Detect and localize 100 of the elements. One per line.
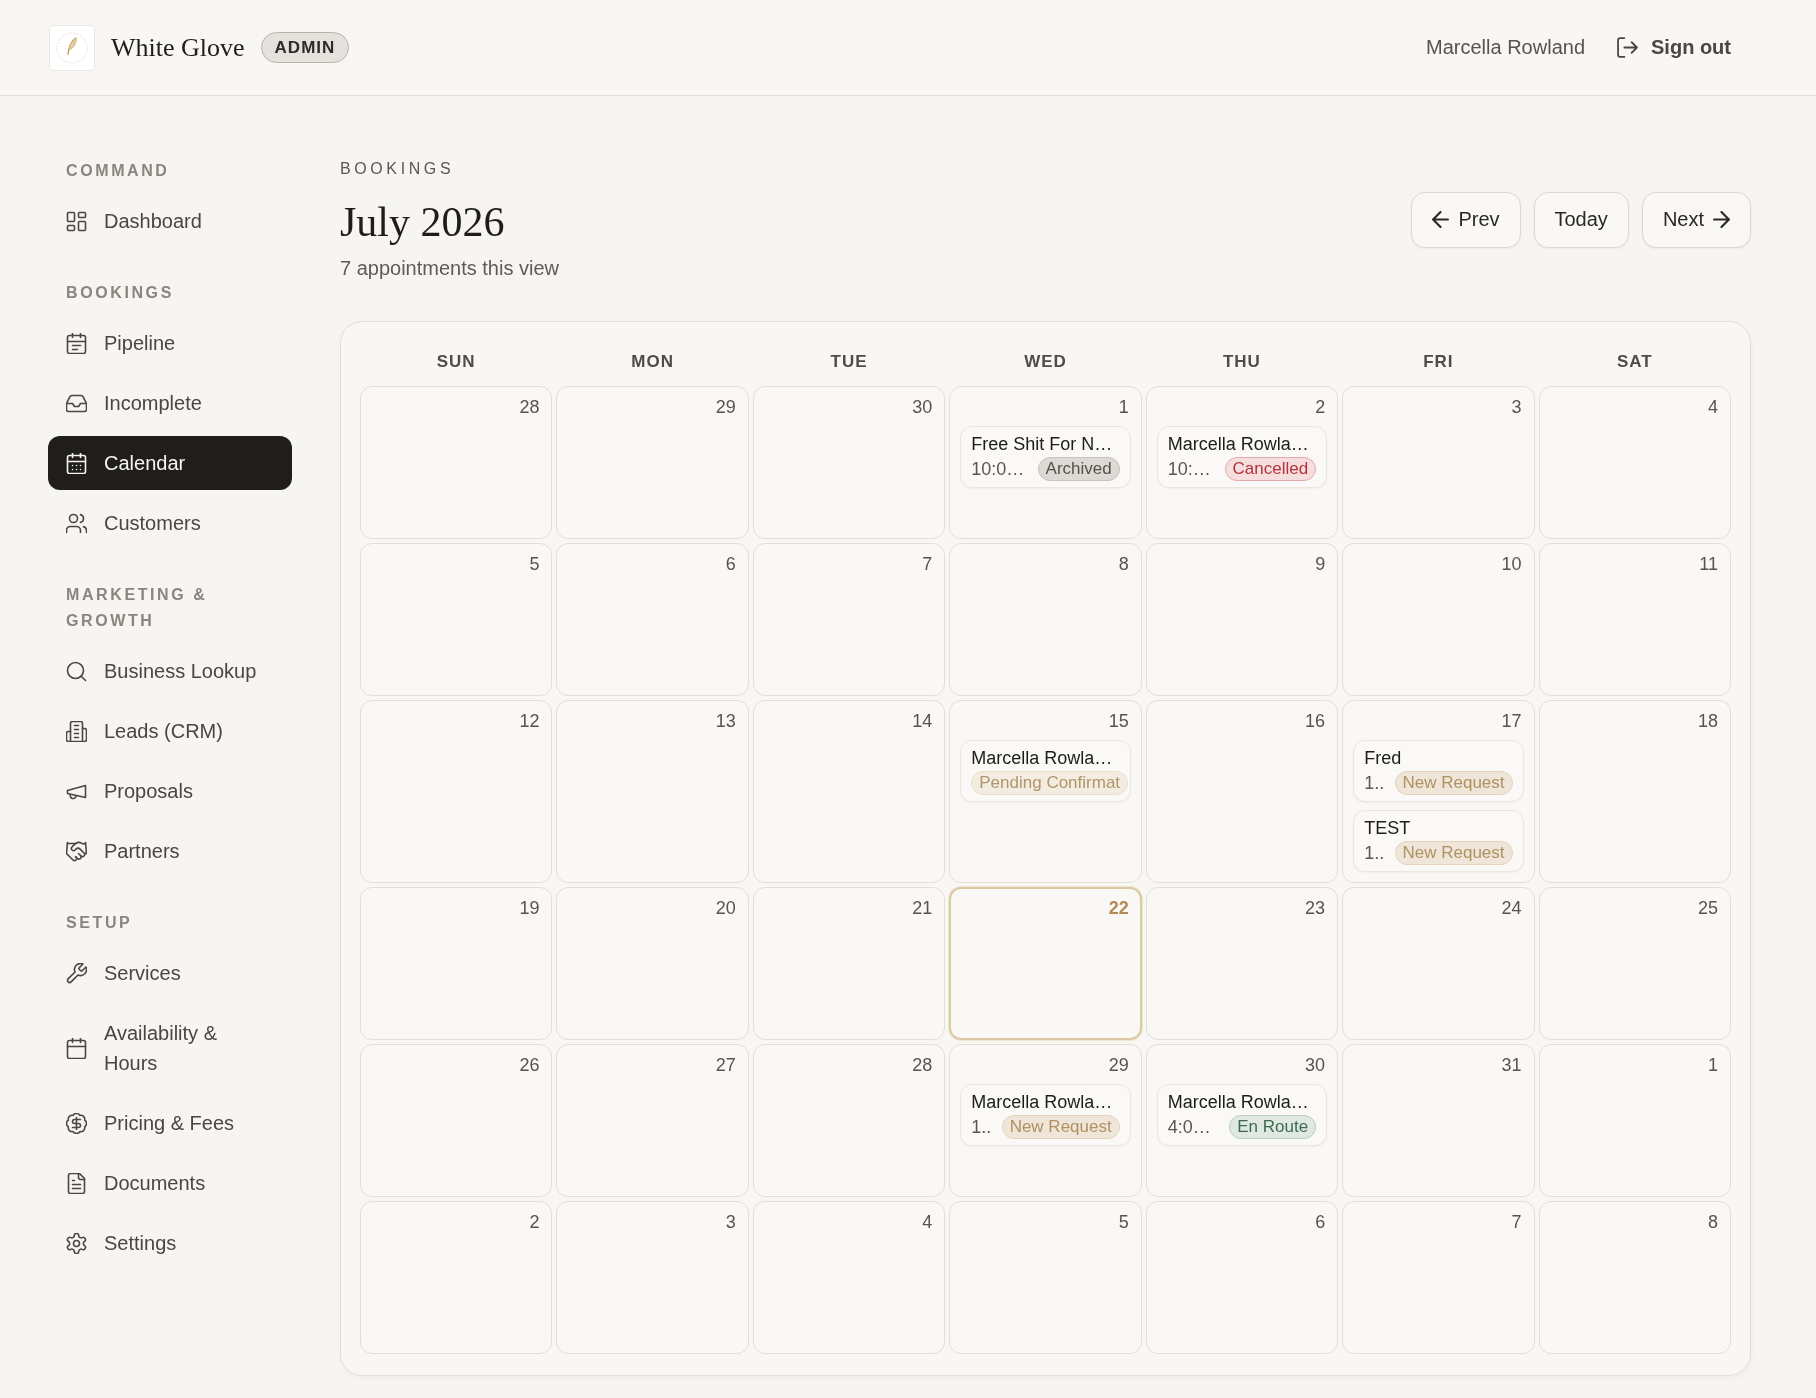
date-number: 13	[715, 710, 736, 732]
appointment-title: Marcella Rowla…	[1167, 433, 1310, 455]
nav-item[interactable]: Pricing & Fees	[48, 1096, 292, 1150]
arrow-left-icon	[1432, 211, 1450, 228]
weekday-label: SUN	[436, 352, 476, 372]
date-number: 27	[715, 1054, 736, 1076]
date-number: 10	[1501, 553, 1522, 575]
appointment-title: Marcella Rowla…	[1167, 1091, 1310, 1113]
building-icon	[66, 720, 87, 742]
date-number: 1	[1118, 396, 1129, 418]
appointment-title: TEST	[1364, 817, 1412, 839]
users-icon	[66, 512, 87, 534]
date-number: 4	[922, 1211, 933, 1233]
appointment-time: 10:…	[1167, 458, 1211, 480]
nav-item[interactable]: Business Lookup	[48, 644, 292, 698]
nav-item[interactable]: Documents	[48, 1156, 292, 1210]
section-label: BOOKINGS	[65, 283, 175, 303]
appointment-time: 4:0…	[1167, 1116, 1211, 1138]
prev-button[interactable]: Prev	[1411, 191, 1521, 248]
appointment-card[interactable]: TEST 1.. New Request	[1353, 810, 1524, 872]
date-number: 3	[1511, 396, 1522, 418]
appointment-card[interactable]: Marcella Rowla… 4:0… En Route	[1156, 1084, 1328, 1146]
nav-item[interactable]: Partners	[48, 824, 292, 878]
date-number: 16	[1305, 710, 1326, 732]
date-number: 17	[1501, 710, 1522, 732]
date-number: 23	[1305, 897, 1326, 919]
next-button[interactable]: Next	[1641, 191, 1751, 248]
dollar-badge-icon	[66, 1112, 87, 1134]
weekday-label: MON	[631, 352, 674, 372]
weekday-label: THU	[1222, 352, 1261, 372]
appointment-title: Marcella Rowla…	[971, 747, 1114, 769]
date-number: 8	[1118, 553, 1129, 575]
date-number: 5	[1118, 1211, 1129, 1233]
date-number: 14	[912, 710, 933, 732]
nav-item[interactable]: Dashboard	[48, 194, 292, 248]
appointment-time: 1..	[1364, 842, 1385, 864]
status-badge: En Route	[1229, 1115, 1317, 1139]
user-name: Marcella Rowland	[1426, 36, 1585, 59]
date-number: 25	[1697, 897, 1718, 919]
date-number: 30	[912, 396, 933, 418]
date-number: 24	[1501, 897, 1522, 919]
section-label: MARKETING & GROWTH	[65, 585, 209, 631]
nav-item[interactable]: Availability & Hours	[48, 1006, 292, 1090]
appointment-card[interactable]: Marcella Rowla… 1.. New Request	[960, 1084, 1131, 1146]
calendar-icon	[66, 452, 87, 474]
weekday-label: TUE	[830, 352, 868, 372]
appointment-card[interactable]: Fred 1.. New Request	[1353, 740, 1524, 802]
date-number: 26	[519, 1054, 540, 1076]
appointment-card[interactable]: Marcella Rowla… Pending Confirmat	[960, 740, 1131, 802]
nav-item[interactable]: Incomplete	[48, 376, 292, 430]
calendar-icon	[66, 1037, 87, 1059]
feather-logo-icon	[49, 24, 95, 71]
date-number: 1	[1708, 1054, 1718, 1076]
section-label: COMMAND	[65, 161, 171, 181]
date-number: 22	[1108, 897, 1129, 919]
status-badge: Cancelled	[1224, 457, 1317, 481]
calendar-list-icon	[66, 332, 87, 354]
date-number: 28	[912, 1054, 933, 1076]
date-number: 18	[1697, 710, 1718, 732]
date-number: 3	[725, 1211, 736, 1233]
date-number: 8	[1708, 1211, 1718, 1233]
nav-item[interactable]: Settings	[48, 1216, 292, 1270]
appointment-card[interactable]: Free Shit For N… 10:0… Archived	[960, 426, 1131, 488]
search-icon	[66, 660, 87, 682]
nav-item[interactable]: Services	[48, 946, 292, 1000]
date-number: 6	[725, 553, 736, 575]
date-number: 15	[1108, 710, 1129, 732]
nav-item[interactable]: Customers	[48, 496, 292, 550]
weekday-label: WED	[1024, 352, 1067, 372]
nav-item[interactable]: Leads (CRM)	[48, 704, 292, 758]
date-number: 7	[1511, 1211, 1522, 1233]
date-number: 28	[519, 396, 540, 418]
grid-icon	[66, 210, 87, 232]
date-number: 9	[1315, 553, 1326, 575]
date-number: 29	[715, 396, 736, 418]
status-badge: New Request	[1394, 841, 1513, 865]
appointment-title: Marcella Rowla…	[971, 1091, 1114, 1113]
date-number: 21	[912, 897, 933, 919]
document-icon	[66, 1172, 87, 1194]
sign-out-icon	[1617, 37, 1638, 58]
wrench-icon	[66, 962, 87, 984]
date-number: 7	[922, 553, 933, 575]
handshake-icon	[66, 840, 87, 862]
appointment-title: Fred	[1364, 747, 1403, 769]
date-number: 11	[1699, 553, 1718, 575]
status-badge: Archived	[1037, 457, 1120, 481]
nav-item[interactable]: Proposals	[48, 764, 292, 818]
date-number: 5	[529, 553, 540, 575]
sign-out-button[interactable]: Sign out	[1617, 36, 1731, 59]
appointment-card[interactable]: Marcella Rowla… 10:… Cancelled	[1156, 426, 1328, 488]
status-badge: New Request	[1394, 771, 1513, 795]
weekday-label: FRI	[1423, 352, 1454, 372]
page-eyebrow: BOOKINGS	[340, 159, 456, 179]
role-badge: ADMIN	[260, 32, 350, 63]
nav-item[interactable]: Calendar	[48, 436, 292, 490]
nav-item[interactable]: Pipeline	[48, 316, 292, 370]
today-button[interactable]: Today	[1533, 191, 1629, 248]
date-number: 31	[1501, 1054, 1522, 1076]
date-number: 2	[1315, 396, 1326, 418]
appointment-time: 10:0…	[971, 458, 1025, 480]
